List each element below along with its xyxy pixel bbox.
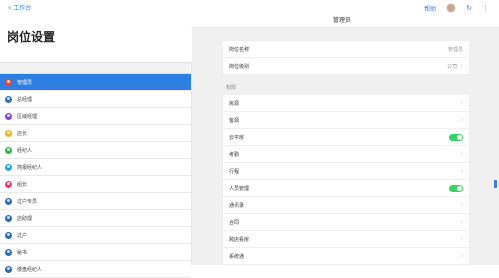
row-label: 跨店看房 (229, 236, 250, 243)
row-value-group: 公司 › (447, 63, 463, 70)
permissions-card: 房源 › 客源 › 云平房 考勤 › 行程 › 人员管理 通讯录 › 合同 › … (222, 94, 470, 265)
permission-row-contracts[interactable]: 合同 › (223, 214, 469, 231)
sidebar-item-transfer-specialist[interactable]: 过户专员 (0, 193, 191, 210)
toggle-switch[interactable] (449, 184, 463, 192)
sidebar-item-label: 秘书 (17, 249, 28, 256)
sidebar-item-label: 管理员 (17, 79, 33, 86)
sidebar-item-secretary[interactable]: 秘书 (0, 244, 191, 261)
sidebar-item-label: 店助理 (17, 215, 33, 222)
sidebar-item-team-lead[interactable]: 组长 (0, 176, 191, 193)
row-label: 房源 (229, 100, 240, 107)
sidebar-item-label: 总经理 (17, 96, 33, 103)
row-label: 云平房 (229, 134, 245, 141)
sidebar-item-label: 楼盘经纪人 (17, 266, 43, 273)
role-name-row[interactable]: 岗位名称 管理员 (223, 41, 469, 58)
top-bar: ‹ 工作台 帮助 ↻ ⋮ (0, 0, 499, 16)
row-label: 岗位名称 (229, 46, 250, 53)
permission-row-cloud-housing: 云平房 (223, 129, 469, 146)
row-value: 公司 (447, 63, 458, 70)
sidebar-item-regional-manager[interactable]: 区域经理 (0, 108, 191, 125)
person-icon (5, 180, 12, 188)
row-value: 管理员 (447, 46, 463, 53)
sidebar-item-label: 组长 (17, 181, 28, 188)
sidebar-item-label: 简报经纪人 (17, 164, 43, 171)
scrollbar-thumb[interactable] (494, 180, 497, 188)
sidebar-item-store-assistant[interactable]: 店助理 (0, 210, 191, 227)
sidebar-item-property-agent[interactable]: 楼盘经纪人 (0, 261, 191, 278)
row-label: 通讯录 (229, 202, 245, 209)
chevron-left-icon: ‹ (8, 2, 12, 12)
person-icon (5, 129, 12, 137)
person-icon (5, 112, 12, 120)
person-icon (5, 214, 12, 222)
sidebar-item-transfer[interactable]: 过户 (0, 227, 191, 244)
refresh-icon[interactable]: ↻ (466, 4, 472, 12)
more-icon[interactable]: ⋮ (482, 4, 489, 12)
sidebar-item-store-manager[interactable]: 店长 (0, 125, 191, 142)
back-label: 工作台 (13, 5, 32, 12)
sidebar-item-admin[interactable]: 管理员 (0, 74, 191, 91)
chevron-right-icon: › (460, 252, 463, 260)
row-label: 岗位级别 (229, 63, 250, 70)
permissions-section-label: 权限 (226, 85, 237, 91)
detail-header-title: 管理员 (333, 17, 352, 24)
chevron-right-icon: › (460, 218, 463, 226)
chevron-right-icon: › (460, 62, 463, 70)
top-right-controls: 帮助 ↻ ⋮ (424, 3, 489, 13)
row-label: 行程 (229, 168, 240, 175)
person-icon (5, 163, 12, 171)
role-level-row[interactable]: 岗位级别 公司 › (223, 58, 469, 74)
toggle-switch[interactable] (449, 133, 463, 141)
sidebar-item-label: 过户 (17, 232, 28, 239)
avatar[interactable] (446, 3, 457, 13)
permission-row-attendance[interactable]: 考勤 › (223, 146, 469, 163)
chevron-right-icon: › (460, 116, 463, 124)
person-icon (5, 231, 12, 239)
sidebar-item-general-manager[interactable]: 总经理 (0, 91, 191, 108)
sidebar-item-label: 经纪人 (17, 147, 33, 154)
chevron-right-icon: › (460, 167, 463, 175)
row-label: 考勤 (229, 151, 240, 158)
permission-row-clients[interactable]: 客源 › (223, 112, 469, 129)
back-button[interactable]: ‹ 工作台 (8, 3, 31, 12)
permission-row-contacts[interactable]: 通讯录 › (223, 197, 469, 214)
sidebar-item-label: 过户专员 (17, 198, 38, 205)
chevron-right-icon: › (460, 201, 463, 209)
sidebar-item-brief-agent[interactable]: 简报经纪人 (0, 159, 191, 176)
row-label: 客源 (229, 117, 240, 124)
chevron-right-icon: › (460, 150, 463, 158)
row-label: 合同 (229, 219, 240, 226)
permission-row-system[interactable]: 系统通 › (223, 248, 469, 264)
role-list-header (0, 62, 191, 74)
permission-row-staff-management: 人员管理 (223, 180, 469, 197)
role-list: 管理员 总经理 区域经理 店长 经纪人 简报经纪人 组长 过户专员 店助理 过户… (0, 62, 192, 278)
row-value-group: 管理员 (448, 46, 463, 53)
permission-row-listings[interactable]: 房源 › (223, 95, 469, 112)
permission-row-schedule[interactable]: 行程 › (223, 163, 469, 180)
sidebar-item-label: 区域经理 (17, 113, 38, 120)
page-title: 岗位设置 (7, 30, 56, 44)
sidebar-item-agent[interactable]: 经纪人 (0, 142, 191, 159)
person-icon (5, 95, 12, 103)
permission-row-cross-store-viewing[interactable]: 跨店看房 › (223, 231, 469, 248)
chevron-right-icon: › (460, 99, 463, 107)
person-icon (5, 197, 12, 205)
person-icon (5, 146, 12, 154)
role-info-card: 岗位名称 管理员 岗位级别 公司 › (222, 40, 470, 75)
chevron-right-icon: › (460, 235, 463, 243)
row-label: 系统通 (229, 253, 245, 260)
person-icon (5, 78, 12, 86)
person-icon (5, 248, 12, 256)
help-link[interactable]: 帮助 (424, 4, 436, 13)
row-label: 人员管理 (229, 185, 250, 192)
sidebar-item-label: 店长 (17, 130, 28, 137)
person-icon (5, 265, 12, 273)
